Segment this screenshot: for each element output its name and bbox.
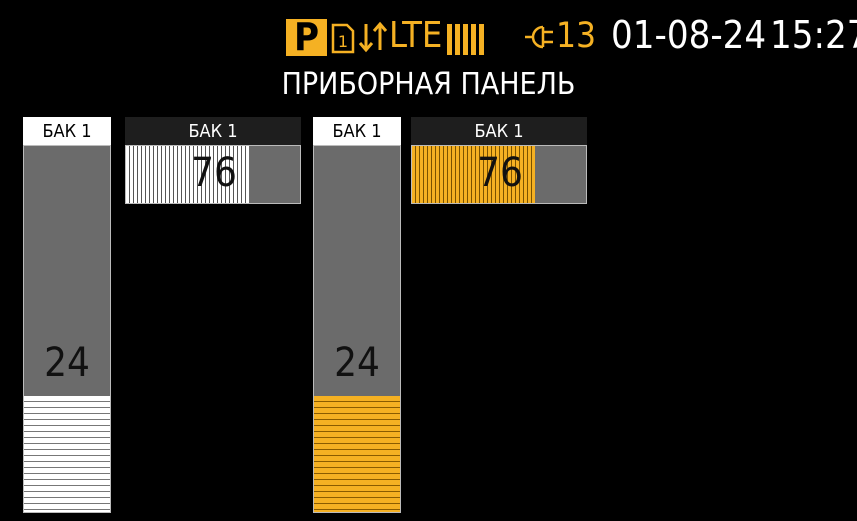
tank-tile-horizontal-orange[interactable]: БАК 1 76: [411, 117, 587, 204]
tank-gauge: 24: [23, 145, 111, 513]
gauge-value: 24: [44, 340, 90, 386]
gauge-value: 76: [191, 150, 237, 196]
plug-count: 13: [556, 16, 597, 56]
gauge-fill: [314, 396, 400, 512]
page-title: ПРИБОРНАЯ ПАНЕЛЬ: [281, 67, 576, 102]
status-date: 01-08-24: [611, 13, 767, 57]
tile-label: БАК 1: [23, 117, 111, 145]
sim-card-icon: 1: [331, 23, 355, 54]
tank-tile-horizontal-white[interactable]: БАК 1 76: [125, 117, 301, 204]
status-time: 15:27: [770, 13, 857, 57]
parking-mode-badge: P: [286, 18, 327, 56]
gauge-value: 24: [334, 340, 380, 386]
tile-label: БАК 1: [125, 117, 301, 145]
plug-icon: [525, 25, 553, 49]
tank-tile-vertical-white[interactable]: БАК 1 24: [23, 117, 111, 513]
tank-gauge: 76: [125, 145, 301, 204]
tile-label: БАК 1: [411, 117, 587, 145]
network-type-label: LTE: [389, 15, 443, 56]
gauge-fill: [24, 396, 110, 512]
tank-tile-vertical-orange[interactable]: БАК 1 24: [313, 117, 401, 513]
gauge-value: 76: [477, 150, 523, 196]
tank-gauge: 24: [313, 145, 401, 513]
tank-gauge: 76: [411, 145, 587, 204]
signal-bars-icon: [447, 24, 484, 55]
signal-arrows-icon: [358, 21, 388, 53]
status-bar: P 1 LTE 13 01-08-24 15:27: [0, 0, 857, 62]
sim-slot-number: 1: [338, 32, 348, 51]
tile-label: БАК 1: [313, 117, 401, 145]
